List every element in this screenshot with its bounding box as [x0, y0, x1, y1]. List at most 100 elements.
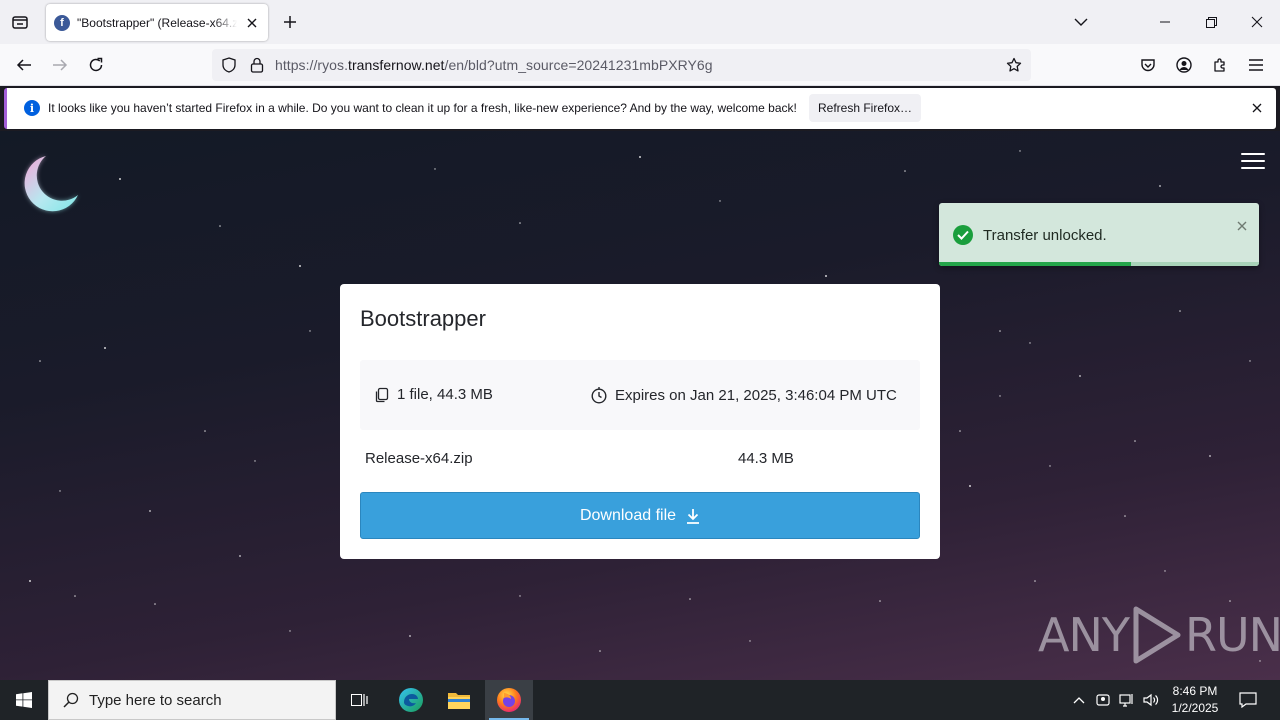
restore-button[interactable]	[1188, 0, 1234, 44]
tab-title: "Bootstrapper" (Release-x64.zip)	[77, 15, 237, 30]
toast-close-button[interactable]	[1235, 219, 1249, 233]
restore-icon	[1205, 16, 1217, 28]
tab-close-button[interactable]	[244, 15, 260, 31]
lock-icon[interactable]	[248, 56, 266, 74]
folder-icon	[448, 693, 470, 709]
menu-bar-line	[1241, 153, 1265, 155]
close-icon	[1251, 16, 1263, 28]
app-menu-button[interactable]	[1244, 53, 1268, 77]
minimize-button[interactable]	[1142, 0, 1188, 44]
tracking-protection-shield-icon[interactable]	[220, 56, 238, 74]
taskbar-search-box[interactable]: Type here to search	[48, 680, 336, 720]
edge-taskbar-button[interactable]	[387, 680, 435, 720]
notification-bar: i It looks like you haven’t started Fire…	[4, 88, 1276, 129]
url-path: /en/bld?utm_source=20241231mbPXRY6g	[444, 57, 713, 73]
speaker-icon	[1143, 693, 1159, 707]
taskbar-clock[interactable]: 8:46 PM 1/2/2025	[1160, 683, 1230, 717]
download-file-button[interactable]: Download file	[360, 492, 920, 539]
firefox-taskbar-button[interactable]	[485, 680, 533, 720]
clock-time: 8:46 PM	[1172, 684, 1218, 698]
show-hidden-icons-button[interactable]	[1068, 680, 1090, 720]
menu-bar-line	[1241, 167, 1265, 169]
watermark-right: RUN	[1184, 608, 1280, 662]
notification-message: It looks like you haven’t started Firefo…	[48, 101, 797, 115]
extensions-button[interactable]	[1208, 53, 1232, 77]
people-icon	[1096, 694, 1110, 706]
close-icon	[247, 18, 257, 27]
moon-icon	[24, 156, 78, 212]
new-tab-button[interactable]	[280, 12, 300, 32]
facebook-favicon-icon: f	[54, 14, 70, 31]
transfer-card: Bootstrapper 1 file, 44.3 MB Expires on …	[340, 284, 940, 559]
puzzle-piece-icon	[1214, 58, 1225, 72]
clock-date: 1/2/2025	[1171, 701, 1219, 715]
back-button[interactable]	[12, 53, 36, 77]
file-count-text: 1 file, 44.3 MB	[397, 386, 493, 403]
start-button[interactable]	[0, 680, 48, 720]
pocket-button[interactable]	[1136, 53, 1160, 77]
firefox-icon	[497, 688, 521, 712]
files-icon	[375, 387, 389, 402]
firefox-view-button[interactable]	[8, 10, 32, 34]
hamburger-menu-icon	[1249, 59, 1263, 71]
web-page: Transfer unlocked. Bootstrapper 1 file, …	[0, 131, 1280, 680]
timer-icon	[591, 387, 607, 404]
meet-now-button[interactable]	[1092, 680, 1114, 720]
toast-message: Transfer unlocked.	[983, 227, 1107, 244]
plus-icon	[284, 16, 296, 28]
windows-logo-icon	[16, 692, 32, 708]
network-icon	[1119, 694, 1133, 707]
url-text[interactable]: https://ryos.transfernow.net/en/bld?utm_…	[275, 57, 713, 73]
play-triangle-icon	[1133, 606, 1181, 664]
firefox-view-icon	[12, 16, 28, 29]
toast-notification: Transfer unlocked.	[939, 203, 1259, 266]
forward-button[interactable]	[48, 53, 72, 77]
close-icon	[1252, 103, 1262, 113]
task-view-icon	[351, 694, 368, 706]
file-count-info: 1 file, 44.3 MB	[374, 386, 493, 403]
check-circle-icon	[953, 225, 973, 245]
expiry-text: Expires on Jan 21, 2025, 3:46:04 PM UTC	[615, 386, 897, 404]
anyrun-watermark: ANY RUN	[1038, 605, 1280, 665]
chevron-up-icon	[1073, 697, 1085, 704]
reload-icon	[89, 57, 103, 72]
arrow-left-icon	[16, 59, 31, 71]
minimize-icon	[1160, 21, 1170, 23]
file-explorer-taskbar-button[interactable]	[435, 680, 483, 720]
task-view-button[interactable]	[336, 680, 384, 720]
account-icon	[1176, 57, 1192, 73]
search-placeholder: Type here to search	[89, 691, 222, 709]
account-button[interactable]	[1172, 53, 1196, 77]
chevron-down-icon	[1074, 18, 1088, 26]
expiry-info: Expires on Jan 21, 2025, 3:46:04 PM UTC	[590, 386, 897, 404]
arrow-right-icon	[53, 59, 68, 71]
notification-close-button[interactable]	[1249, 100, 1265, 116]
search-icon	[61, 690, 81, 710]
tab-strip: f "Bootstrapper" (Release-x64.zip)	[0, 0, 1280, 44]
toast-progress-fill	[939, 262, 1131, 266]
site-logo-moon[interactable]	[16, 151, 82, 217]
refresh-firefox-button[interactable]: Refresh Firefox…	[809, 94, 921, 122]
close-window-button[interactable]	[1234, 0, 1280, 44]
taskbar: Type here to search 8:46 PM 1/2/2025	[0, 680, 1280, 720]
file-name: Release-x64.zip	[365, 450, 473, 467]
download-button-label: Download file	[579, 506, 677, 524]
url-bar[interactable]: https://ryos.transfernow.net/en/bld?utm_…	[212, 49, 1031, 81]
tab-active[interactable]: f "Bootstrapper" (Release-x64.zip)	[46, 4, 268, 41]
pocket-icon	[1141, 59, 1155, 72]
info-icon: i	[24, 100, 40, 116]
close-icon	[1237, 221, 1247, 231]
edge-icon	[399, 688, 423, 712]
download-icon	[687, 508, 700, 524]
volume-button[interactable]	[1140, 680, 1162, 720]
watermark-left: ANY	[1038, 608, 1130, 662]
file-size: 44.3 MB	[738, 450, 794, 467]
network-button[interactable]	[1116, 680, 1138, 720]
site-menu-button[interactable]	[1241, 153, 1265, 173]
reload-button[interactable]	[84, 53, 108, 77]
transfer-title: Bootstrapper	[360, 306, 486, 331]
list-all-tabs-button[interactable]	[1058, 0, 1104, 44]
action-center-button[interactable]	[1234, 680, 1262, 720]
menu-bar-line	[1241, 160, 1265, 162]
bookmark-star-icon[interactable]	[1005, 56, 1023, 74]
